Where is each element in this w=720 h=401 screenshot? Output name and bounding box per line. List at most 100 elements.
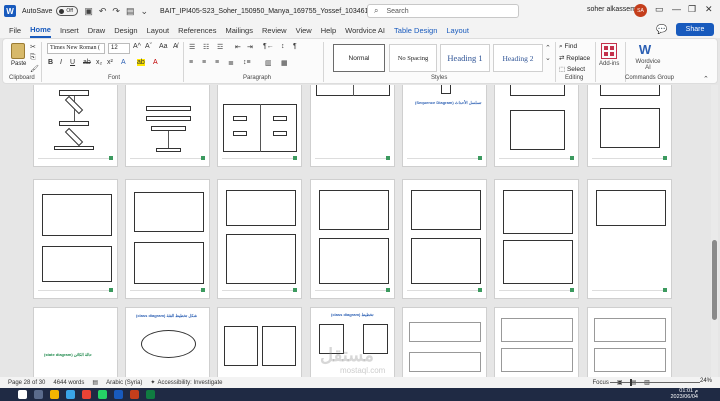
page-thumbnail[interactable] (494, 85, 579, 167)
ribbon-display-icon[interactable]: ▭ (655, 4, 664, 15)
increase-indent-icon[interactable]: ⇥ (247, 43, 253, 51)
tab-wordvice[interactable]: Wordvice AI (345, 24, 385, 37)
align-right-icon[interactable]: ≡ (215, 59, 219, 66)
zoom-slider-thumb[interactable] (630, 379, 632, 386)
page-thumbnail[interactable] (310, 85, 395, 167)
find-button[interactable]: ⌕ Find (559, 43, 577, 51)
search-input[interactable]: ⌕ Search (367, 4, 519, 18)
page-thumbnail[interactable] (125, 179, 210, 299)
page-thumbnail[interactable] (217, 307, 302, 377)
justify-icon[interactable]: ≣ (228, 59, 234, 67)
change-case-icon[interactable]: Aa (159, 43, 168, 50)
page-thumbnail[interactable] (310, 179, 395, 299)
page-thumbnail[interactable] (587, 85, 672, 167)
tab-file[interactable]: File (9, 24, 21, 37)
zoom-level[interactable]: 24% (700, 378, 712, 384)
tab-insert[interactable]: Insert (60, 24, 79, 37)
close-icon[interactable]: ✕ (705, 4, 713, 15)
powerpoint-icon[interactable] (130, 390, 139, 399)
italic-icon[interactable]: I (60, 59, 62, 66)
addins-icon[interactable] (601, 43, 617, 59)
page-thumbnail[interactable] (587, 307, 672, 377)
excel-icon[interactable] (146, 390, 155, 399)
styles-scroll-up-icon[interactable]: ⌃ (545, 44, 551, 52)
avatar[interactable]: SA (634, 4, 647, 17)
page-thumbnail[interactable] (402, 307, 487, 377)
tab-layout[interactable]: Layout (147, 24, 170, 37)
font-color-icon[interactable]: A (153, 59, 158, 66)
shading-icon[interactable]: ▥ (265, 59, 272, 67)
redo-icon[interactable]: ↷ (112, 6, 120, 17)
cut-icon[interactable]: ✂ (30, 43, 36, 51)
multilevel-list-icon[interactable]: ☲ (217, 43, 223, 51)
edge-icon[interactable] (66, 390, 75, 399)
tab-view[interactable]: View (296, 24, 312, 37)
strikethrough-icon[interactable]: ab (83, 59, 91, 66)
language[interactable]: Arabic (Syria) (106, 380, 142, 386)
style-normal[interactable]: Normal (333, 44, 385, 72)
page-thumbnail[interactable]: (Sequence Diagram) تسلسل الأحداث (402, 85, 487, 167)
page-count[interactable]: Page 28 of 30 (8, 380, 45, 386)
font-name-select[interactable]: Times New Roman ( (47, 43, 105, 54)
copy-icon[interactable]: ⎘ (30, 54, 36, 62)
style-no-spacing[interactable]: No Spacing (389, 44, 437, 72)
subscript-icon[interactable]: x₂ (96, 59, 102, 66)
align-left-icon[interactable]: ≡ (189, 59, 193, 66)
page-thumbnail[interactable] (33, 179, 118, 299)
style-heading2[interactable]: Heading 2 (493, 44, 543, 72)
page-thumbnail[interactable] (494, 307, 579, 377)
grow-font-icon[interactable]: A^ (133, 43, 141, 50)
tab-home[interactable]: Home (30, 23, 51, 38)
page-thumbnail[interactable] (125, 85, 210, 167)
tab-help[interactable]: Help (321, 24, 336, 37)
styles-scroll-down-icon[interactable]: ⌄ (545, 54, 551, 62)
tab-references[interactable]: References (178, 24, 216, 37)
clear-formatting-icon[interactable]: A̸ (173, 43, 178, 50)
page-thumbnail[interactable] (217, 179, 302, 299)
underline-icon[interactable]: U (70, 59, 75, 66)
tab-draw[interactable]: Draw (88, 24, 106, 37)
paste-icon[interactable] (11, 43, 25, 59)
document-canvas[interactable]: (Sequence Diagram) تسلسل الأحداث (state … (0, 85, 720, 377)
numbering-icon[interactable]: ☷ (203, 43, 209, 51)
zoom-slider[interactable] (610, 382, 700, 383)
collapse-ribbon-icon[interactable]: ⌃ (703, 75, 709, 83)
page-thumbnail[interactable] (33, 85, 118, 167)
save-icon[interactable]: ▣ (84, 6, 93, 17)
paste-button[interactable]: Paste (11, 61, 26, 67)
page-thumbnail[interactable]: (class diagram) شكل تخطيط الفئة (125, 307, 210, 377)
chrome-icon[interactable] (82, 390, 91, 399)
search-taskbar-icon[interactable] (34, 390, 43, 399)
line-spacing-icon[interactable]: ↕≡ (243, 59, 251, 66)
page-thumbnail[interactable]: (state diagram) حالة الكائن (33, 307, 118, 377)
page-thumbnail[interactable] (402, 179, 487, 299)
shrink-font-icon[interactable]: Aˇ (145, 43, 152, 50)
word-count[interactable]: 4644 words (53, 380, 84, 386)
vertical-scrollbar[interactable] (711, 85, 718, 377)
share-button[interactable]: Share (676, 23, 714, 36)
proofing-icon[interactable]: ▤ (92, 379, 98, 386)
accessibility-status[interactable]: Accessibility: Investigate (157, 380, 222, 386)
maximize-icon[interactable]: ❐ (688, 4, 696, 15)
highlight-icon[interactable]: ab (137, 59, 145, 66)
user-name[interactable]: soher alkassem (587, 6, 636, 13)
decrease-indent-icon[interactable]: ⇤ (235, 43, 241, 51)
replace-button[interactable]: ⇄ Replace (559, 54, 590, 62)
show-marks-icon[interactable]: ¶ (293, 43, 297, 50)
tab-table-layout[interactable]: Layout (446, 24, 469, 37)
tab-design[interactable]: Design (114, 24, 137, 37)
autosave-toggle[interactable]: Off (56, 6, 79, 16)
page-thumbnail[interactable] (494, 179, 579, 299)
tab-mailings[interactable]: Mailings (225, 24, 253, 37)
wordvice-icon[interactable]: W (636, 42, 654, 58)
start-icon[interactable] (18, 390, 27, 399)
bullets-icon[interactable]: ☰ (189, 43, 195, 51)
focus-button[interactable]: Focus (592, 380, 608, 386)
file-explorer-icon[interactable] (50, 390, 59, 399)
text-effects-icon[interactable]: A (121, 59, 126, 66)
borders-icon[interactable]: ▦ (281, 59, 288, 67)
wordvice-button[interactable]: Wordvice AI (633, 59, 663, 71)
format-painter-icon[interactable]: 🖌 (30, 65, 39, 73)
style-heading1[interactable]: Heading 1 (440, 44, 490, 72)
rtl-icon[interactable]: ¶← (263, 43, 274, 50)
